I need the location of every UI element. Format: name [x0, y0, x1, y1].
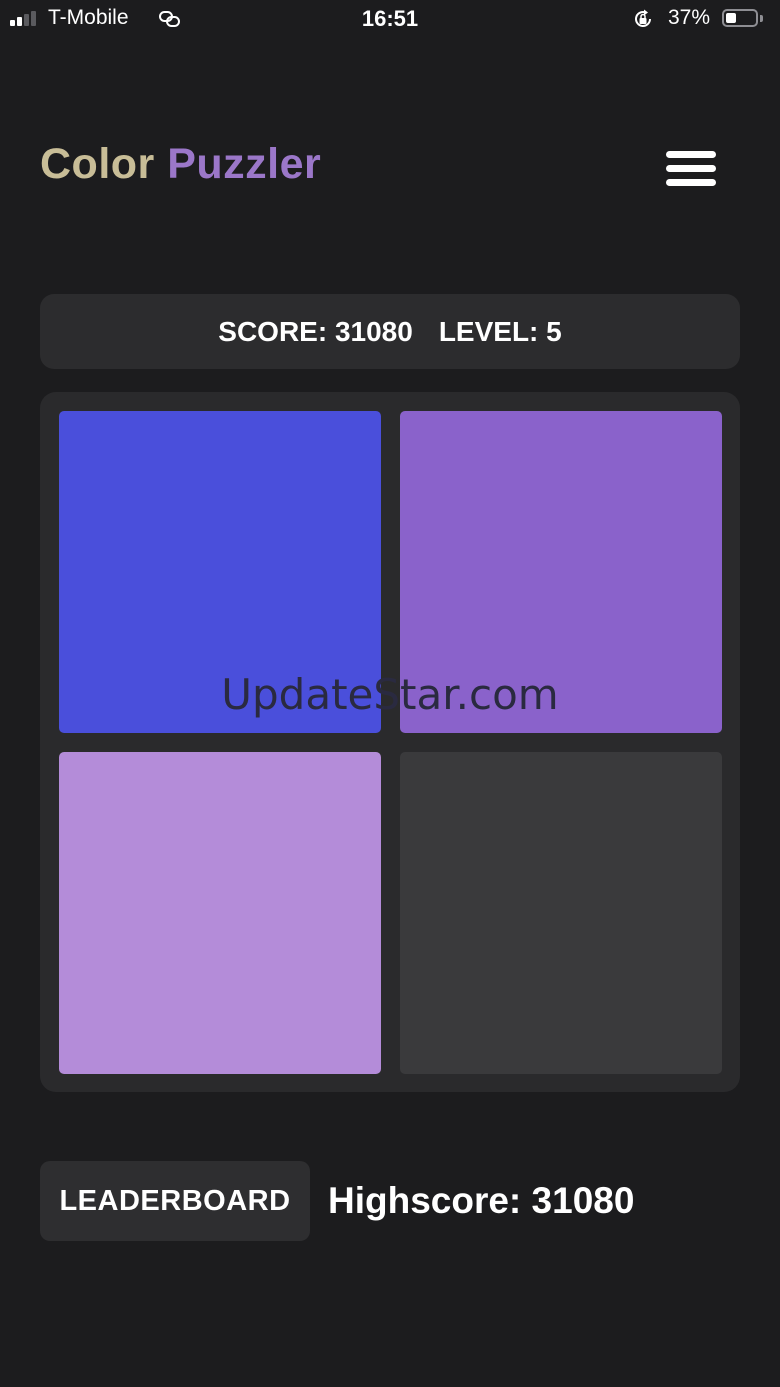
battery-percent: 37% [668, 6, 711, 29]
color-tile[interactable] [59, 752, 381, 1074]
app-title-color: Color [40, 140, 155, 188]
level-value: LEVEL: 5 [438, 315, 562, 347]
battery-icon [722, 9, 766, 29]
empty-tile-slot [400, 752, 722, 1074]
score-bar: SCORE: 31080 LEVEL: 5 [40, 294, 740, 369]
highscore-label: Highscore: 31080 [328, 1180, 635, 1221]
color-tile[interactable] [59, 411, 381, 733]
game-board [40, 392, 740, 1092]
orientation-lock-icon [635, 9, 651, 27]
app-title-puzzler: Puzzler [167, 140, 322, 188]
color-tile[interactable] [400, 411, 722, 733]
hamburger-menu-icon[interactable] [664, 148, 718, 188]
leaderboard-button[interactable]: LEADERBOARD [40, 1161, 310, 1241]
status-time: 16:51 [361, 6, 419, 31]
score-value: SCORE: 31080 [218, 315, 413, 347]
app-title: Color Puzzler [40, 140, 321, 189]
status-bar: T-Mobile 16:51 37% [0, 0, 780, 40]
